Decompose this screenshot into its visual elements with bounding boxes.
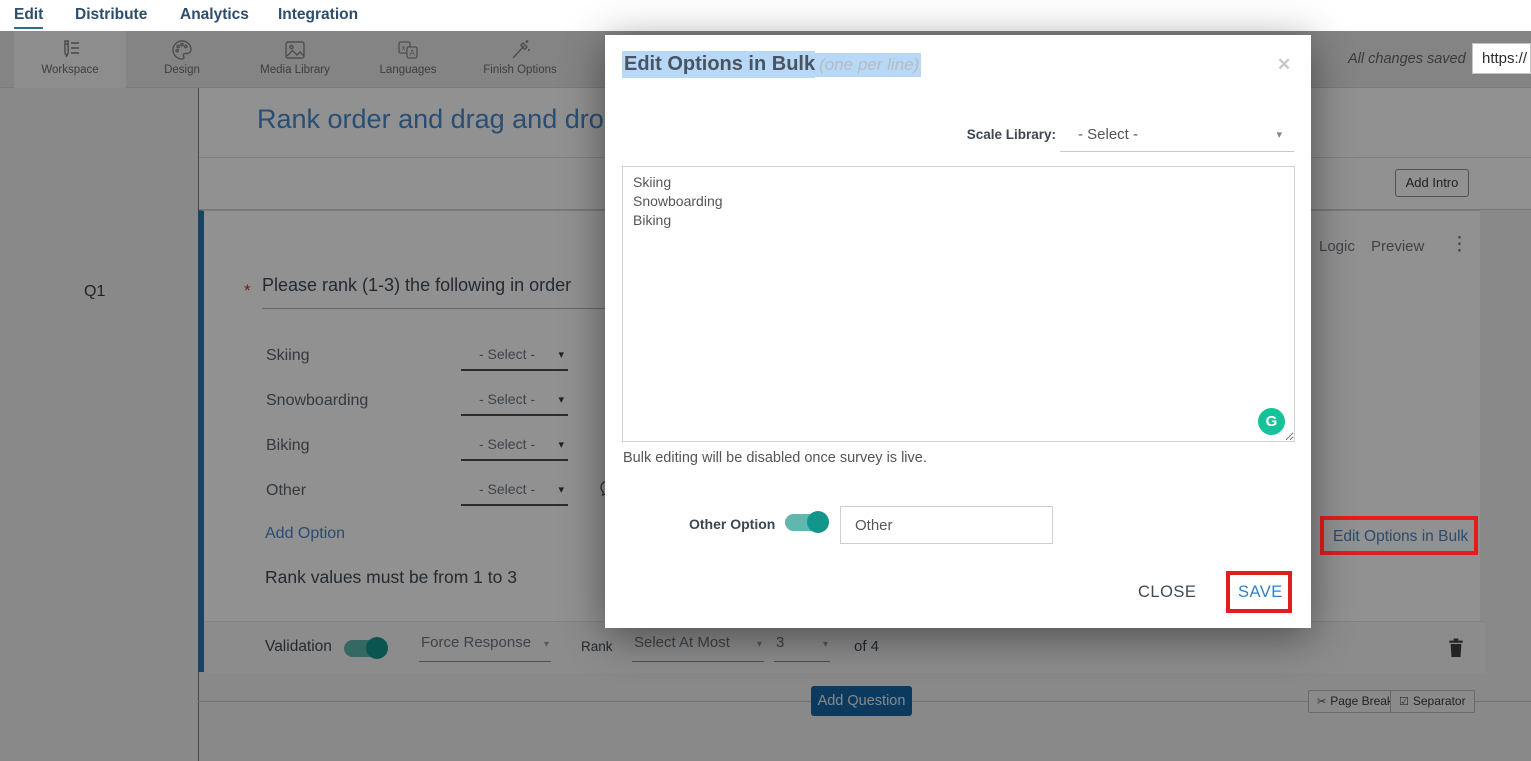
top-nav: Edit Distribute Analytics Integration (0, 0, 1531, 31)
tab-integration[interactable]: Integration (278, 6, 358, 24)
toggle-knob (807, 511, 829, 533)
bulk-edit-helper-text: Bulk editing will be disabled once surve… (623, 450, 927, 466)
scale-library-label: Scale Library: (966, 127, 1056, 142)
modal-close-icon[interactable]: ✕ (1277, 55, 1291, 75)
other-option-label: Other Option (689, 516, 776, 532)
other-option-input[interactable] (840, 506, 1053, 544)
bulk-options-textarea[interactable]: Skiing Snowboarding Biking (622, 166, 1295, 442)
edit-options-in-bulk-modal: Edit Options in Bulk (one per line) ✕ Sca… (605, 35, 1311, 628)
scale-library-select[interactable]: - Select - ▾ (1060, 119, 1294, 152)
tab-edit[interactable]: Edit (14, 6, 44, 29)
select-value: - Select - (1078, 126, 1139, 143)
tab-analytics[interactable]: Analytics (180, 6, 249, 24)
tab-distribute[interactable]: Distribute (75, 6, 147, 24)
share-url-box[interactable]: https:// (1472, 43, 1531, 74)
modal-save-button[interactable]: SAVE (1238, 583, 1283, 602)
modal-title-text: Edit Options in Bulk (622, 51, 816, 78)
autosave-status: All changes saved (1348, 51, 1466, 67)
other-option-toggle[interactable] (785, 511, 829, 533)
caret-down-icon: ▾ (1276, 129, 1282, 141)
share-url-text: https:// (1482, 50, 1528, 67)
modal-close-button[interactable]: CLOSE (1138, 583, 1196, 602)
modal-title-hint: (one per line) (815, 53, 922, 77)
grammarly-icon[interactable]: G (1258, 408, 1285, 435)
survey-builder-app: Edit Distribute Analytics Integration Wo… (0, 0, 1531, 761)
modal-title: Edit Options in Bulk (one per line) (622, 51, 922, 78)
